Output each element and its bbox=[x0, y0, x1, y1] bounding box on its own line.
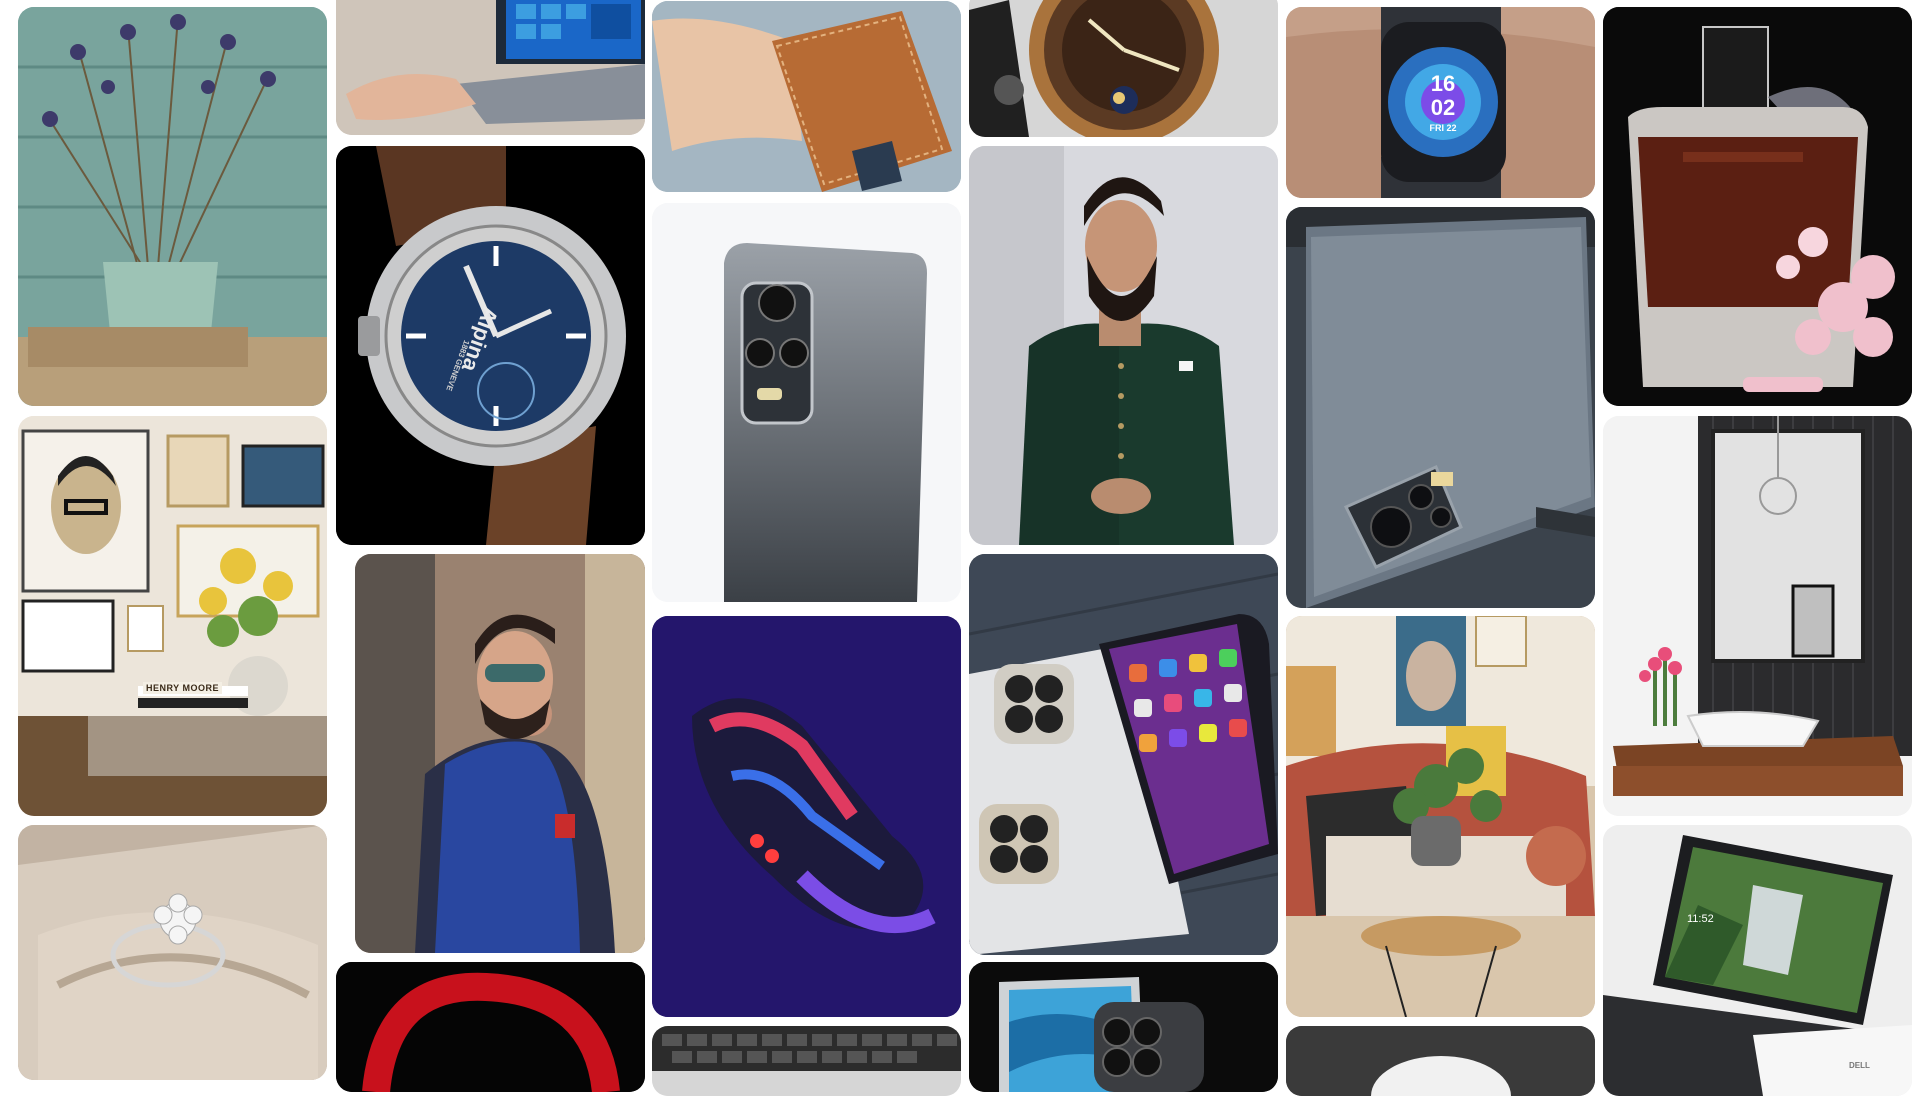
smartwatch-date: FRI 22 bbox=[1429, 123, 1457, 133]
tile-man-blue-vest[interactable] bbox=[355, 554, 645, 953]
diamond-ring-image bbox=[18, 825, 327, 1080]
laptop-screen-time: 11:52 bbox=[1687, 913, 1714, 925]
tile-iphones[interactable] bbox=[969, 554, 1278, 955]
grey-phone-image bbox=[652, 203, 961, 602]
vivo-phone-image bbox=[1286, 207, 1595, 608]
tile-grey-phone[interactable] bbox=[652, 203, 961, 602]
man-green-suit-image bbox=[969, 146, 1278, 545]
tile-man-green-suit[interactable] bbox=[969, 146, 1278, 545]
boho-living-room-image bbox=[1286, 616, 1595, 1017]
tile-keyboard[interactable] bbox=[652, 1026, 961, 1096]
sneaker-image bbox=[652, 616, 961, 1017]
tile-lavender-pot[interactable] bbox=[18, 7, 327, 406]
tile-gold-watch[interactable] bbox=[969, 0, 1278, 137]
tile-boho-living-room[interactable] bbox=[1286, 616, 1595, 1017]
tile-perfume[interactable] bbox=[1603, 7, 1912, 406]
gallery-living-room-image bbox=[18, 416, 327, 816]
laptop-windows-image bbox=[336, 0, 645, 135]
tile-alpina-watch[interactable]: Alpina 1883 GENEVE bbox=[336, 146, 645, 545]
leather-wallet-image bbox=[652, 1, 961, 192]
tile-vivo-phone[interactable] bbox=[1286, 207, 1595, 608]
keyboard-image bbox=[652, 1026, 961, 1096]
iphone-blue-image bbox=[969, 962, 1278, 1092]
gold-watch-image bbox=[969, 0, 1278, 137]
tile-diamond-ring[interactable] bbox=[18, 825, 327, 1080]
book-spine-label: HENRY MOORE bbox=[143, 682, 223, 694]
bathroom-image bbox=[1603, 416, 1912, 816]
tile-laptop-windows[interactable] bbox=[336, 0, 645, 135]
lavender-pot-image bbox=[18, 7, 327, 406]
tile-white-mouse[interactable] bbox=[1286, 1026, 1595, 1096]
iphones-image bbox=[969, 554, 1278, 955]
perfume-image bbox=[1603, 7, 1912, 406]
dell-logo: DELL bbox=[1849, 1061, 1870, 1070]
smartwatch-hour: 16 bbox=[1430, 71, 1456, 96]
smartwatch-minute: 02 bbox=[1430, 95, 1456, 120]
tile-gallery-living-room[interactable]: HENRY MOORE bbox=[18, 416, 327, 816]
tile-bathroom[interactable] bbox=[1603, 416, 1912, 816]
dell-laptop-image bbox=[1603, 825, 1912, 1096]
white-mouse-image bbox=[1286, 1026, 1595, 1096]
man-blue-vest-image bbox=[355, 554, 645, 953]
tile-dell-laptop[interactable]: 11:52 DELL bbox=[1603, 825, 1912, 1096]
tile-iphone-blue[interactable] bbox=[969, 962, 1278, 1092]
tile-smartwatch[interactable]: 16 02 FRI 22 bbox=[1286, 7, 1595, 198]
red-headphones-image bbox=[336, 962, 645, 1092]
tile-sneaker[interactable] bbox=[652, 616, 961, 1017]
tile-leather-wallet[interactable] bbox=[652, 1, 961, 192]
tile-red-headphones[interactable] bbox=[336, 962, 645, 1092]
